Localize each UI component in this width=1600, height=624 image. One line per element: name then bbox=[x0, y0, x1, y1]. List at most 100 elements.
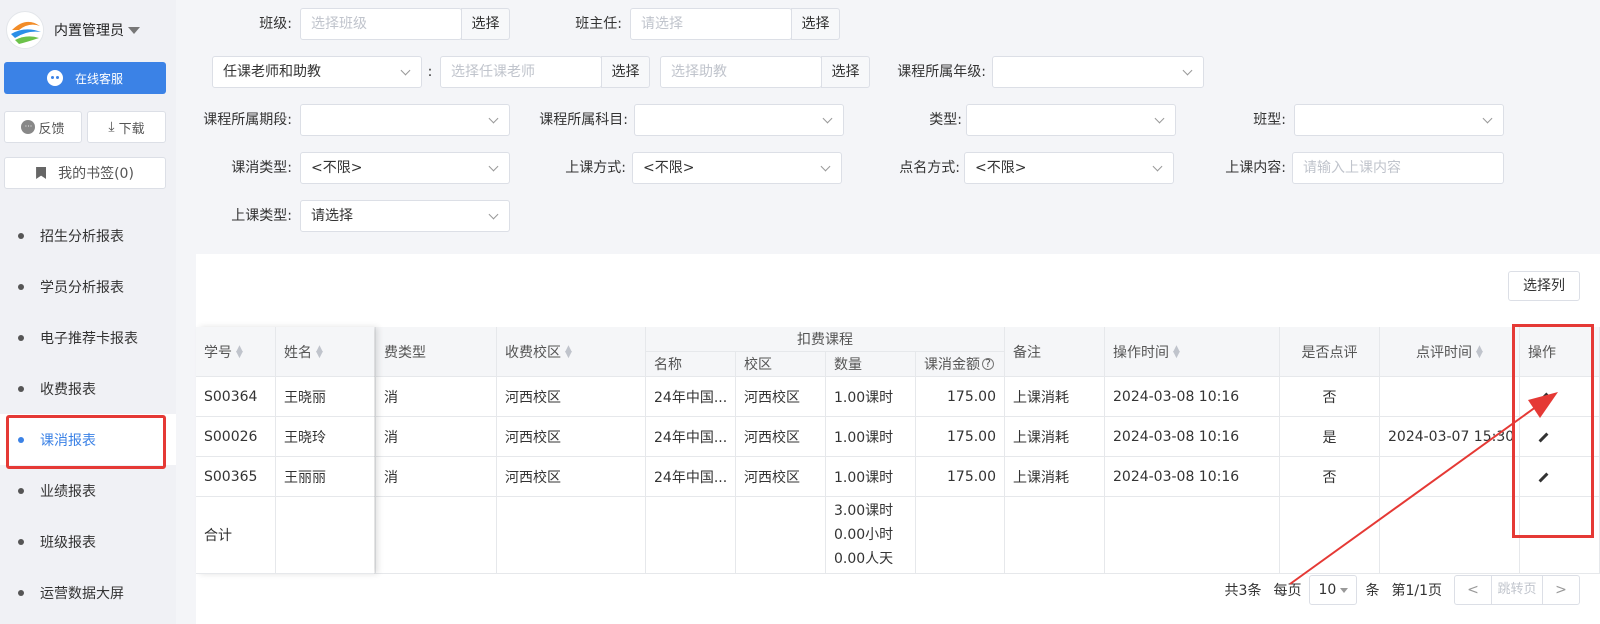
class-choose-button[interactable]: 选择 bbox=[461, 8, 510, 40]
total-cell bbox=[1105, 497, 1280, 574]
header-label: 扣费课程 bbox=[797, 332, 853, 348]
head-teacher-choose-button[interactable]: 选择 bbox=[791, 8, 840, 40]
sidebar-item-student[interactable]: 学员分析报表 bbox=[0, 261, 176, 312]
sidebar-item-fee[interactable]: 收费报表 bbox=[0, 363, 176, 414]
header-course-campus: 校区 bbox=[736, 352, 826, 377]
nav-label: 运营数据大屏 bbox=[40, 585, 124, 602]
cell-amount: 175.00 bbox=[916, 417, 1005, 457]
subject-select[interactable] bbox=[634, 104, 844, 136]
assistant-input[interactable]: 选择助教 bbox=[660, 56, 822, 88]
consume-type-select[interactable]: <不限> bbox=[300, 152, 510, 184]
header-op-time[interactable]: 操作时间 ▲ ▼ bbox=[1105, 327, 1280, 377]
grade-label: 课程所属年级: bbox=[897, 64, 986, 80]
user-menu[interactable]: 内置管理员 bbox=[6, 8, 170, 52]
total-quantity: 3.00课时 0.00小时 0.00人天 bbox=[826, 497, 916, 574]
assistant-choose-button[interactable]: 选择 bbox=[821, 56, 870, 88]
colon-label: : bbox=[427, 64, 433, 80]
cell-quantity: 1.00课时 bbox=[826, 417, 916, 457]
sort-icon: ▲ ▼ bbox=[316, 343, 323, 360]
period-label: 课程所属期段: bbox=[203, 112, 292, 128]
teacher-assistant-select[interactable]: 任课老师和助教 bbox=[212, 56, 422, 88]
page-size-select[interactable]: 10 bbox=[1309, 575, 1358, 605]
cell-commented: 否 bbox=[1280, 457, 1380, 497]
filter-panel: 班级: 选择班级 选择 班主任: 请选择 选择 任课老师和助教 : 选择任课老师… bbox=[196, 0, 1600, 254]
avatar bbox=[6, 11, 44, 49]
cell-fee-type: 消 bbox=[376, 417, 497, 457]
header-deduct-course: 扣费课程 bbox=[646, 327, 1005, 352]
next-page-button[interactable]: > bbox=[1542, 575, 1580, 605]
sidebar-item-performance[interactable]: 业绩报表 bbox=[0, 465, 176, 516]
cell-commented: 是 bbox=[1280, 417, 1380, 457]
sidebar-nav: 招生分析报表 学员分析报表 电子推荐卡报表 收费报表 课消报表 业绩报表 班级报… bbox=[0, 210, 176, 618]
lesson-type-select[interactable]: 请选择 bbox=[300, 200, 510, 232]
cell-remark: 上课消耗 bbox=[1005, 377, 1105, 417]
lesson-mode-label: 上课方式: bbox=[565, 160, 626, 176]
total-hours: 3.00课时 bbox=[834, 503, 894, 519]
nav-label: 业绩报表 bbox=[40, 483, 96, 500]
cell-name: 王丽丽 bbox=[276, 457, 376, 497]
header-label: 是否点评 bbox=[1301, 344, 1358, 361]
assign-teacher-input[interactable]: 选择任课老师 bbox=[440, 56, 602, 88]
bullet-icon bbox=[18, 589, 24, 596]
total-days: 0.00人天 bbox=[834, 551, 894, 567]
subject-label: 课程所属科目: bbox=[539, 112, 628, 128]
total-cell bbox=[376, 497, 497, 574]
pager-total: 共3条 bbox=[1224, 583, 1262, 599]
class-input[interactable]: 选择班级 bbox=[300, 8, 462, 40]
lesson-mode-select[interactable]: <不限> bbox=[632, 152, 842, 184]
bullet-icon bbox=[18, 283, 24, 290]
cell-course-name: 24年中国... bbox=[646, 457, 736, 497]
sidebar-item-referral-card[interactable]: 电子推荐卡报表 bbox=[0, 312, 176, 363]
header-label: 备注 bbox=[1013, 344, 1041, 361]
cell-amount: 175.00 bbox=[916, 377, 1005, 417]
highlight-box bbox=[6, 415, 166, 469]
sort-icon: ▲ ▼ bbox=[1173, 343, 1180, 360]
cell-comment-time: 2024-03-07 15:30 bbox=[1380, 417, 1520, 457]
sidebar-item-dashboard[interactable]: 运营数据大屏 bbox=[0, 567, 176, 618]
download-label: 下载 bbox=[118, 121, 145, 137]
grade-select[interactable] bbox=[992, 56, 1204, 88]
head-teacher-input[interactable]: 请选择 bbox=[630, 8, 792, 40]
choose-columns-button[interactable]: 选择列 bbox=[1508, 271, 1580, 301]
download-button[interactable]: ⤓ 下载 bbox=[87, 111, 166, 143]
period-select[interactable] bbox=[300, 104, 510, 136]
total-label: 合计 bbox=[196, 497, 276, 574]
total-hours-alt: 0.00小时 bbox=[834, 527, 894, 543]
online-service-button[interactable]: 在线客服 bbox=[4, 62, 166, 94]
nav-label: 电子推荐卡报表 bbox=[40, 330, 138, 347]
class-label: 班级: bbox=[259, 16, 292, 32]
header-amount: 课消金额? bbox=[916, 352, 1005, 377]
help-icon[interactable]: ? bbox=[982, 358, 994, 370]
chevron-down-icon bbox=[128, 26, 140, 34]
cell-amount: 175.00 bbox=[916, 457, 1005, 497]
rollcall-select[interactable]: <不限> bbox=[964, 152, 1174, 184]
header-student-no[interactable]: 学号 ▲ ▼ bbox=[196, 327, 276, 377]
prev-page-button[interactable]: < bbox=[1454, 575, 1492, 605]
feedback-icon: ··· bbox=[21, 120, 36, 134]
cell-commented: 否 bbox=[1280, 377, 1380, 417]
header-comment-time[interactable]: 点评时间 ▲ ▼ bbox=[1380, 327, 1520, 377]
nav-label: 收费报表 bbox=[40, 381, 96, 398]
cell-student-no: S00364 bbox=[196, 377, 276, 417]
bookmark-button[interactable]: 我的书签(0) bbox=[4, 157, 166, 189]
class-type-select[interactable] bbox=[1294, 104, 1504, 136]
nav-label: 学员分析报表 bbox=[40, 279, 124, 296]
cell-name: 王晓丽 bbox=[276, 377, 376, 417]
feedback-button[interactable]: ··· 反馈 bbox=[4, 111, 82, 143]
header-label: 姓名 bbox=[284, 344, 312, 361]
sidebar-item-class[interactable]: 班级报表 bbox=[0, 516, 176, 567]
cell-op-time: 2024-03-08 10:16 bbox=[1105, 457, 1280, 497]
assign-teacher-choose-button[interactable]: 选择 bbox=[601, 56, 650, 88]
jump-page-input[interactable]: 跳转页 bbox=[1492, 575, 1542, 605]
type-select[interactable] bbox=[966, 104, 1176, 136]
total-cell bbox=[736, 497, 826, 574]
sort-icon: ▲ ▼ bbox=[1476, 343, 1483, 360]
total-cell bbox=[1280, 497, 1380, 574]
lesson-content-input[interactable]: 请输入上课内容 bbox=[1292, 152, 1504, 184]
type-label: 类型: bbox=[929, 112, 962, 128]
cell-op-time: 2024-03-08 10:16 bbox=[1105, 377, 1280, 417]
header-name[interactable]: 姓名 ▲ ▼ bbox=[276, 327, 376, 377]
bookmark-label: 我的书签(0) bbox=[58, 166, 134, 182]
sidebar-item-enrollment[interactable]: 招生分析报表 bbox=[0, 210, 176, 261]
header-campus[interactable]: 收费校区 ▲ ▼ bbox=[497, 327, 646, 377]
